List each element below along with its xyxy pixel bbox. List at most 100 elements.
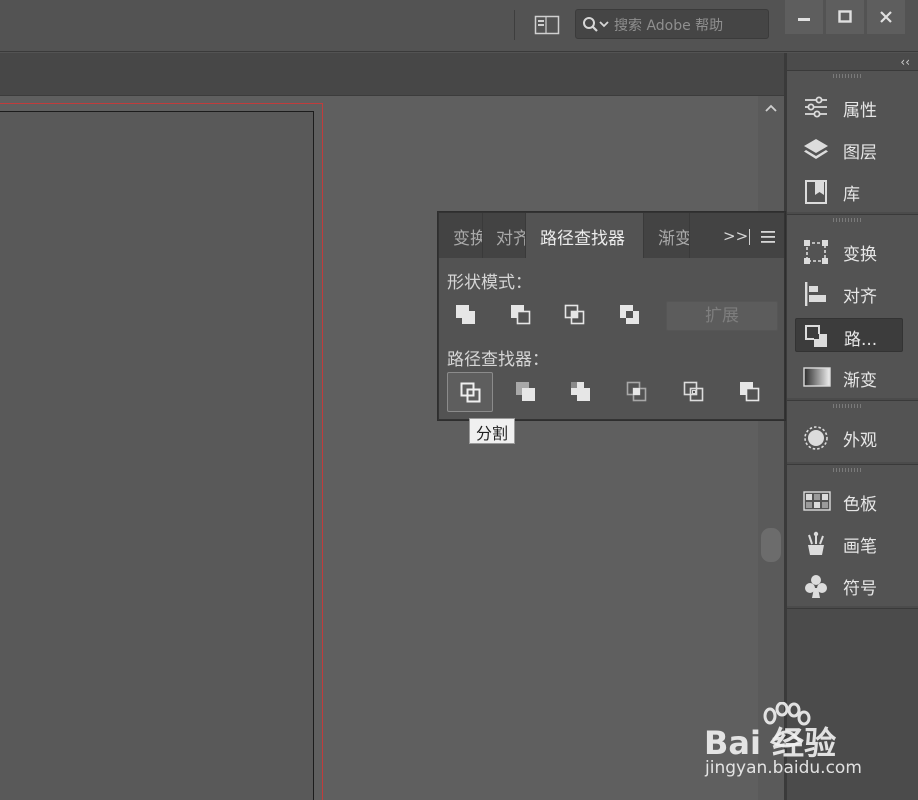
dock-item-appearance[interactable]: 外观 — [795, 420, 903, 454]
group-grip[interactable] — [833, 74, 863, 78]
symbol-icon — [805, 575, 827, 598]
panel-tab-strip: 变换 对齐 路径查找器 渐变 >> — [439, 213, 784, 258]
swatches-icon — [803, 491, 831, 511]
scroll-up-icon[interactable] — [764, 102, 778, 114]
appearance-icon — [804, 426, 828, 450]
pathfinder-panel: 变换 对齐 路径查找器 渐变 >> 形状模式： 扩展 路径查 — [438, 212, 785, 420]
pathfinder-icon — [805, 325, 827, 347]
dock-label: 属性 — [843, 101, 877, 121]
dock-item-brushes[interactable]: 画笔 — [795, 526, 903, 560]
dock-item-properties[interactable]: 属性 — [795, 90, 903, 124]
tab-label: 路径查找器 — [540, 229, 625, 249]
divide-tooltip: 分割 — [469, 418, 516, 444]
dock-group-4: 色板 画笔 符号 — [787, 464, 918, 606]
dock-label: 符号 — [843, 579, 877, 599]
maximize-icon — [838, 10, 852, 23]
maximize-button[interactable] — [826, 0, 864, 34]
group-grip[interactable] — [833, 404, 863, 408]
search-icon — [583, 17, 609, 32]
sliders-icon — [805, 96, 827, 118]
minus-front-icon — [511, 305, 531, 325]
tab-gradient[interactable]: 渐变 — [644, 213, 690, 258]
watermark-url: jingyan.baidu.com — [705, 758, 862, 778]
dock-label: 变换 — [843, 245, 877, 265]
minus-back-button[interactable] — [727, 372, 773, 412]
tab-pathfinder[interactable]: 路径查找器 — [526, 213, 644, 258]
exclude-button[interactable] — [607, 295, 653, 335]
merge-button[interactable] — [558, 372, 604, 412]
minimize-button[interactable] — [785, 0, 823, 34]
dock-group-1: 属性 图层 库 — [787, 70, 918, 212]
tab-label: 变换 — [453, 229, 482, 249]
pathfinders-label: 路径查找器： — [447, 350, 549, 370]
tab-label: 渐变 — [658, 229, 690, 249]
dock-item-layers[interactable]: 图层 — [795, 132, 903, 166]
gradient-icon — [803, 367, 831, 387]
expand-button[interactable]: 扩展 — [666, 301, 778, 331]
divide-icon — [460, 382, 481, 403]
layers-icon — [804, 139, 828, 159]
minimize-icon — [798, 18, 810, 21]
dock-label: 库 — [843, 185, 860, 205]
panel-dock: ‹‹ 属性 图层 库 变换 对齐 路... 渐变 外观 色板 画笔 符号 — [787, 53, 918, 800]
artboard[interactable] — [0, 111, 314, 800]
more-tabs-icon[interactable]: >> — [723, 227, 748, 245]
unite-button[interactable] — [443, 295, 489, 335]
title-bar: 搜索 Adobe 帮助 — [0, 0, 918, 52]
dock-group-2: 变换 对齐 路... 渐变 — [787, 214, 918, 398]
exclude-icon — [620, 305, 639, 324]
dock-label: 对齐 — [843, 287, 877, 307]
group-grip[interactable] — [833, 468, 863, 472]
dock-item-transform[interactable]: 变换 — [795, 234, 903, 268]
close-button[interactable] — [867, 0, 905, 34]
dock-label: 渐变 — [843, 371, 877, 391]
divide-button[interactable] — [447, 372, 493, 412]
merge-icon — [571, 382, 590, 401]
help-search-input[interactable]: 搜索 Adobe 帮助 — [575, 9, 769, 39]
dock-group-3: 外观 — [787, 400, 918, 462]
dock-label: 路... — [844, 330, 878, 350]
canvas[interactable] — [0, 96, 758, 800]
dock-item-gradient[interactable]: 渐变 — [795, 360, 903, 394]
intersect-button[interactable] — [552, 295, 598, 335]
tab-transform[interactable]: 变换 — [439, 213, 483, 258]
vertical-scrollbar[interactable] — [758, 96, 784, 800]
dock-item-libraries[interactable]: 库 — [795, 174, 903, 208]
dock-item-symbols[interactable]: 符号 — [795, 568, 903, 602]
baidu-jingyan-watermark: Bai 经验 jingyan.baidu.com — [704, 702, 904, 782]
scrollbar-thumb[interactable] — [761, 528, 781, 562]
dock-item-swatches[interactable]: 色板 — [795, 484, 903, 518]
outline-icon — [683, 381, 704, 402]
group-grip[interactable] — [833, 218, 863, 222]
dock-label: 外观 — [843, 431, 877, 451]
tab-divider — [749, 229, 750, 245]
trim-icon — [516, 382, 535, 401]
close-icon — [880, 11, 892, 23]
document-tab-bar — [0, 53, 784, 96]
minus-back-icon — [740, 382, 760, 402]
brush-icon — [808, 531, 824, 555]
align-icon — [805, 282, 826, 306]
panel-menu-icon[interactable] — [761, 231, 775, 243]
dock-label: 画笔 — [843, 537, 877, 557]
crop-icon — [626, 381, 647, 402]
workspace-icon — [534, 15, 560, 35]
unite-icon — [456, 305, 475, 324]
dock-label: 色板 — [843, 495, 877, 515]
titlebar-separator — [514, 10, 515, 40]
dock-item-align[interactable]: 对齐 — [795, 276, 903, 310]
transform-icon — [804, 240, 828, 264]
collapse-dock-icon[interactable]: ‹‹ — [900, 55, 910, 69]
trim-button[interactable] — [503, 372, 549, 412]
crop-button[interactable] — [614, 372, 660, 412]
workspace-switcher-button[interactable] — [534, 14, 560, 36]
tab-label: 对齐 — [496, 229, 525, 249]
dock-item-pathfinder[interactable]: 路... — [795, 318, 903, 352]
minus-front-button[interactable] — [498, 295, 544, 335]
dock-label: 图层 — [843, 143, 877, 163]
outline-button[interactable] — [671, 372, 717, 412]
intersect-icon — [564, 304, 585, 325]
search-placeholder: 搜索 Adobe 帮助 — [614, 18, 724, 34]
tab-align[interactable]: 对齐 — [483, 213, 526, 258]
library-icon — [805, 180, 827, 204]
